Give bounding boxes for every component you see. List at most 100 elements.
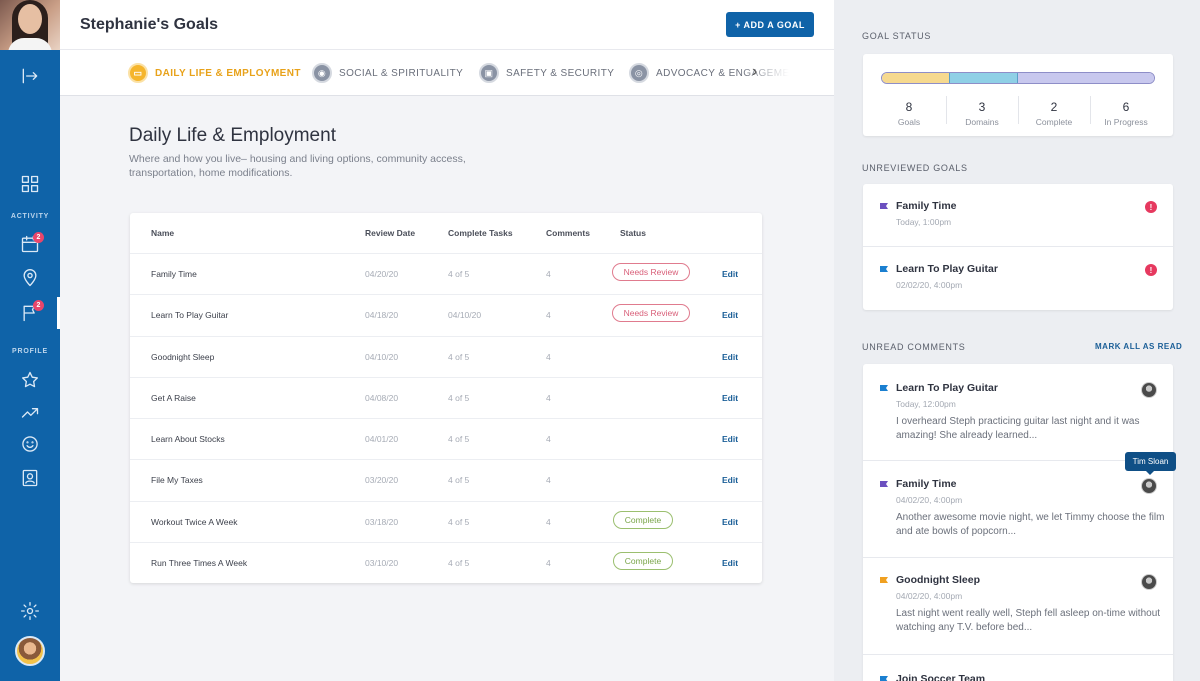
comment-count: 4 (546, 434, 551, 444)
user-avatar[interactable] (15, 636, 45, 666)
table-row[interactable]: Learn About Stocks 04/01/20 4 of 5 4 Edit (130, 418, 762, 459)
status-badge: Complete (613, 551, 673, 570)
table-row[interactable]: Learn To Play Guitar 04/18/20 04/10/20 4 Nee… (130, 294, 762, 335)
mark-all-read-link[interactable]: MARK ALL AS READ (1095, 342, 1182, 351)
complete-tasks: 4 of 5 (448, 475, 470, 486)
review-date: 03/10/20 (365, 557, 399, 568)
table-row[interactable]: Workout Twice A Week 03/18/20 4 of 5 4 Compl… (130, 500, 762, 542)
list-item[interactable]: Goodnight Sleep 04/02/20, 4:00pm Last ni… (863, 558, 1173, 655)
progress-segment (882, 73, 950, 83)
list-item[interactable]: Learn To Play Guitar 02/02/20, 4:00pm ! (863, 247, 1173, 310)
avatar[interactable] (1141, 478, 1157, 494)
complete-tasks: 4 of 5 (448, 392, 470, 403)
goal-status-label: GOAL STATUS (862, 31, 932, 41)
edit-link[interactable]: Edit (722, 269, 738, 279)
col-header-complete-tasks[interactable]: Complete Tasks (448, 228, 513, 238)
smiley-chat-icon[interactable] (18, 432, 42, 456)
table-row[interactable]: File My Taxes 03/20/20 4 of 5 4 Edit (130, 459, 762, 500)
stat-goals: 8 Goals (897, 100, 921, 127)
table-row[interactable]: Family Time 04/20/20 4 of 5 4 Needs Review Ed… (130, 253, 762, 294)
review-date: 04/18/20 (365, 310, 399, 321)
goal-name[interactable]: Family Time (151, 269, 197, 279)
goal-name[interactable]: Run Three Times A Week (151, 558, 247, 568)
unreviewed-goals-card: Family Time Today, 1:00pm ! Learn To Pla… (863, 184, 1173, 310)
goal-name[interactable]: Workout Twice A Week (151, 517, 237, 527)
contact-card-icon[interactable] (18, 466, 42, 490)
edit-link[interactable]: Edit (722, 434, 738, 444)
section-title: Daily Life & Employment (129, 125, 336, 146)
avatar[interactable] (1141, 574, 1157, 590)
col-header-status[interactable]: Status (620, 228, 646, 238)
profile-avatar[interactable] (0, 0, 60, 50)
goal-name[interactable]: Learn To Play Guitar (151, 310, 228, 320)
comment-count: 4 (546, 310, 551, 321)
edit-link[interactable]: Edit (722, 310, 738, 320)
complete-tasks: 4 of 5 (448, 557, 470, 568)
edit-link[interactable]: Edit (722, 558, 738, 568)
tab-label: DAILY LIFE & EMPLOYMENT (155, 67, 301, 79)
flag-icon (879, 479, 888, 492)
table-row[interactable]: Run Three Times A Week 03/10/20 4 of 5 4 Com… (130, 541, 762, 583)
status-badge: Needs Review (612, 304, 690, 323)
complete-tasks: 4 of 5 (448, 269, 470, 279)
chevron-right-icon[interactable]: › (752, 63, 757, 81)
table-row[interactable]: Get A Raise 04/08/20 4 of 5 4 Edit (130, 376, 762, 418)
header: Stephanie's Goals + ADD A GOAL (60, 0, 834, 50)
globe-icon: ◉ (312, 63, 332, 83)
active-indicator (57, 297, 60, 329)
list-item[interactable]: Family Time Today, 1:00pm ! (863, 184, 1173, 247)
add-goal-button[interactable]: + ADD A GOAL (726, 12, 814, 37)
tab-daily-life[interactable]: ▭ DAILY LIFE & EMPLOYMENT (128, 62, 301, 84)
tab-label: SAFETY & SECURITY (506, 67, 615, 79)
briefcase-icon: ▭ (128, 63, 148, 83)
col-header-comments[interactable]: Comments (546, 228, 590, 238)
goal-status-card: 8 Goals 3 Domains 2 Complete 6 In Progress (863, 54, 1173, 136)
dashboard-icon[interactable] (18, 172, 42, 196)
settings-gear-icon[interactable] (18, 599, 42, 623)
review-date: 04/01/20 (365, 434, 399, 444)
col-header-review-date[interactable]: Review Date (365, 228, 415, 238)
people-icon: ◎ (629, 63, 649, 83)
review-date: 04/08/20 (365, 392, 399, 403)
list-item[interactable]: Join Soccer Team (863, 655, 1173, 681)
list-item[interactable]: Family Time 04/02/20, 4:00pm Another awe… (863, 461, 1173, 558)
stat-domains: 3 Domains (965, 100, 999, 127)
edit-link[interactable]: Edit (722, 517, 738, 527)
progress-segment (1018, 73, 1154, 83)
edit-link[interactable]: Edit (722, 393, 738, 403)
tab-safety[interactable]: ▣ SAFETY & SECURITY (479, 62, 614, 84)
flag-icon (879, 674, 888, 681)
collapse-sidebar-icon[interactable] (18, 64, 42, 88)
comment-count: 4 (546, 516, 551, 527)
goal-name[interactable]: Get A Raise (151, 393, 196, 403)
list-item[interactable]: Learn To Play Guitar Today, 12:00pm I ov… (863, 364, 1173, 461)
goal-name[interactable]: File My Taxes (151, 475, 203, 485)
col-header-name[interactable]: Name (151, 228, 174, 238)
review-date: 03/20/20 (365, 475, 399, 486)
stat-in-progress: 6 In Progress (1104, 100, 1148, 127)
goal-name[interactable]: Goodnight Sleep (151, 352, 214, 362)
table-row[interactable]: Goodnight Sleep 04/10/20 4 of 5 4 Edit (130, 335, 762, 377)
unread-comments-label: UNREAD COMMENTS (862, 342, 966, 352)
edit-link[interactable]: Edit (722, 475, 738, 485)
status-badge: Needs Review (612, 263, 690, 281)
sidebar-section-activity: ACTIVITY (10, 213, 50, 220)
review-date: 04/20/20 (365, 269, 399, 279)
complete-tasks: 4 of 5 (448, 434, 470, 444)
avatar[interactable] (1141, 382, 1157, 398)
review-date: 04/10/20 (365, 351, 399, 362)
star-icon[interactable] (18, 368, 42, 392)
location-pin-icon[interactable] (18, 266, 42, 290)
edit-link[interactable]: Edit (722, 352, 738, 362)
section-description: Where and how you live– housing and livi… (129, 153, 466, 179)
flag-icon (879, 383, 888, 396)
goal-name[interactable]: Learn About Stocks (151, 434, 225, 444)
calendar-badge: 2 (33, 232, 44, 243)
complete-tasks: 4 of 5 (448, 351, 470, 362)
lock-icon: ▣ (479, 63, 499, 83)
trending-up-icon[interactable] (18, 400, 42, 424)
tab-social[interactable]: ◉ SOCIAL & SPIRITUALITY (312, 62, 463, 84)
comment-count: 4 (546, 351, 551, 362)
comment-count: 4 (546, 269, 551, 279)
flag-icon (879, 575, 888, 588)
